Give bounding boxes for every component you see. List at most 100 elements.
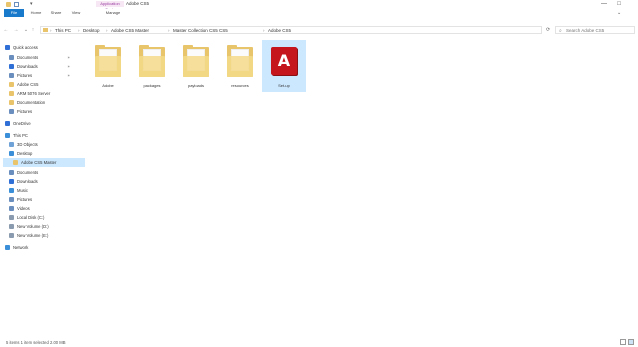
minimize-button[interactable]: — <box>597 0 611 9</box>
sidebar-item[interactable]: Pictures ✶ <box>3 71 85 80</box>
folder-icon <box>43 28 48 32</box>
address-bar[interactable]: › This PC › Desktop › Adobe CS5 Master ›… <box>40 26 542 34</box>
address-row: ← → ⌄ ↑ › This PC › Desktop › Adobe CS5 … <box>0 24 638 36</box>
back-button[interactable]: ← <box>2 26 10 34</box>
sidebar-item[interactable]: Videos <box>3 204 85 213</box>
breadcrumb-adobe-cs5[interactable]: Adobe CS5 <box>268 27 291 34</box>
breadcrumb-separator: › <box>106 28 108 33</box>
sidebar-item-label: 3D Objects <box>17 142 38 147</box>
navigation-pane: Quick access Documents ✶ Downloads ✶ Pictures… <box>0 40 86 290</box>
sidebar-item-label: Network <box>13 245 29 250</box>
download-icon <box>9 64 14 69</box>
forward-button[interactable]: → <box>12 26 20 34</box>
breadcrumb-separator: › <box>263 28 265 33</box>
sidebar-item[interactable]: This PC <box>3 131 85 140</box>
expand-ribbon-icon[interactable]: ⌄ <box>617 9 621 17</box>
tab-home[interactable]: Home <box>28 9 44 17</box>
breadcrumb-adobe-cs5-master[interactable]: Adobe CS5 Master <box>111 27 149 34</box>
pin-icon: ✶ <box>67 73 71 78</box>
sidebar-item-label: Music <box>17 188 28 193</box>
tab-manage[interactable]: Manage <box>100 9 126 17</box>
breadcrumb-desktop[interactable]: Desktop <box>83 27 100 34</box>
folder-item[interactable]: packages <box>130 40 174 92</box>
up-button[interactable]: ↑ <box>29 26 37 34</box>
sidebar-item-label: New Volume (E:) <box>17 233 49 238</box>
sidebar-item-label: OneDrive <box>13 121 31 126</box>
sidebar-item[interactable]: 3D Objects <box>3 140 85 149</box>
sidebar-item-label: Local Disk (C:) <box>17 215 45 220</box>
item-name: Adobe <box>102 83 114 88</box>
folder-item[interactable]: payloads <box>174 40 218 92</box>
sidebar-item[interactable]: Music <box>3 186 85 195</box>
pin-icon: ✶ <box>67 55 71 60</box>
ribbon-tabs: File Home Share View Manage ⌄ <box>0 9 638 17</box>
folder-item[interactable]: Adobe <box>86 40 130 92</box>
sidebar-item[interactable]: Local Disk (C:) <box>3 213 85 222</box>
sidebar-item[interactable]: New Volume (E:) <box>3 231 85 240</box>
sidebar-item-label: Documents <box>17 55 39 60</box>
sidebar-item[interactable]: Documents <box>3 168 85 177</box>
adobe-app-icon: A <box>271 47 297 75</box>
chevron-down-icon[interactable]: ▾ <box>30 1 33 7</box>
drive-icon <box>9 224 14 229</box>
title-bar: ▾ Application Tools Adobe CS5 — □ <box>0 0 638 12</box>
sidebar-item[interactable]: Pictures <box>3 107 85 116</box>
drive-icon <box>9 233 14 238</box>
sidebar-item[interactable]: Adobe CS5 <box>3 80 85 89</box>
documents-icon <box>9 170 14 175</box>
sidebar-item[interactable]: Pictures <box>3 195 85 204</box>
maximize-button[interactable]: □ <box>612 0 626 9</box>
cube-icon <box>9 142 14 147</box>
documents-icon <box>9 55 14 60</box>
sidebar-item[interactable]: Downloads <box>3 177 85 186</box>
sidebar-item[interactable]: Documentation <box>3 98 85 107</box>
context-tab-group: Application Tools Adobe CS5 <box>96 0 166 12</box>
item-name: resources <box>231 83 249 88</box>
breadcrumb-separator: › <box>50 28 52 33</box>
search-input[interactable] <box>566 27 632 33</box>
details-view-button[interactable] <box>620 339 626 345</box>
breadcrumb-this-pc[interactable]: This PC <box>55 27 71 34</box>
sidebar-item[interactable]: Desktop <box>3 149 85 158</box>
file-item[interactable]: A Set-up <box>262 40 306 92</box>
search-box[interactable]: ⌕ <box>555 26 635 34</box>
sidebar-item-label: Desktop <box>17 151 33 156</box>
sidebar-item[interactable]: Network <box>3 243 85 252</box>
sidebar-item[interactable]: OneDrive <box>3 119 85 128</box>
folder-icon <box>139 45 165 77</box>
breadcrumb-separator: › <box>78 28 80 33</box>
folder-icon <box>13 160 18 165</box>
sidebar-item[interactable]: New Volume (D:) <box>3 222 85 231</box>
network-icon <box>5 245 10 250</box>
tab-view[interactable]: View <box>68 9 84 17</box>
sidebar-item-label: Downloads <box>17 64 38 69</box>
sidebar-item[interactable]: ARM 5076 Server <box>3 89 85 98</box>
pictures-icon <box>9 197 14 202</box>
status-bar: 5 items 1 item selected 2.00 MB <box>0 338 638 347</box>
sidebar-item[interactable]: Adobe CS5 Master <box>3 158 85 167</box>
context-tab-group-label: Application Tools <box>96 1 124 12</box>
folder-icon <box>183 45 209 77</box>
sidebar-item-label: Videos <box>17 206 30 211</box>
computer-icon <box>5 133 10 138</box>
pin-icon: ✶ <box>67 64 71 69</box>
sidebar-item[interactable]: Downloads ✶ <box>3 62 85 71</box>
properties-icon[interactable] <box>14 2 19 7</box>
sidebar-item-label: This PC <box>13 133 28 138</box>
tab-file[interactable]: File <box>4 9 24 17</box>
sidebar-item[interactable]: Quick access <box>3 43 85 52</box>
sidebar-item[interactable]: Documents ✶ <box>3 53 85 62</box>
sidebar-item-label: Quick access <box>13 45 38 50</box>
sidebar-item-label: New Volume (D:) <box>17 224 49 229</box>
desktop-icon <box>9 151 14 156</box>
tab-share[interactable]: Share <box>48 9 64 17</box>
folder-icon <box>95 45 121 77</box>
folder-icon <box>9 82 14 87</box>
folder-icon[interactable] <box>6 2 11 7</box>
breadcrumb-master-collection[interactable]: Master Collection CS5 CS5 <box>173 27 228 34</box>
refresh-icon[interactable]: ⟳ <box>546 26 550 34</box>
large-icons-view-button[interactable] <box>628 339 634 345</box>
folder-icon <box>9 91 14 96</box>
sidebar-item-label: Adobe CS5 Master <box>21 160 57 165</box>
folder-item[interactable]: resources <box>218 40 262 92</box>
